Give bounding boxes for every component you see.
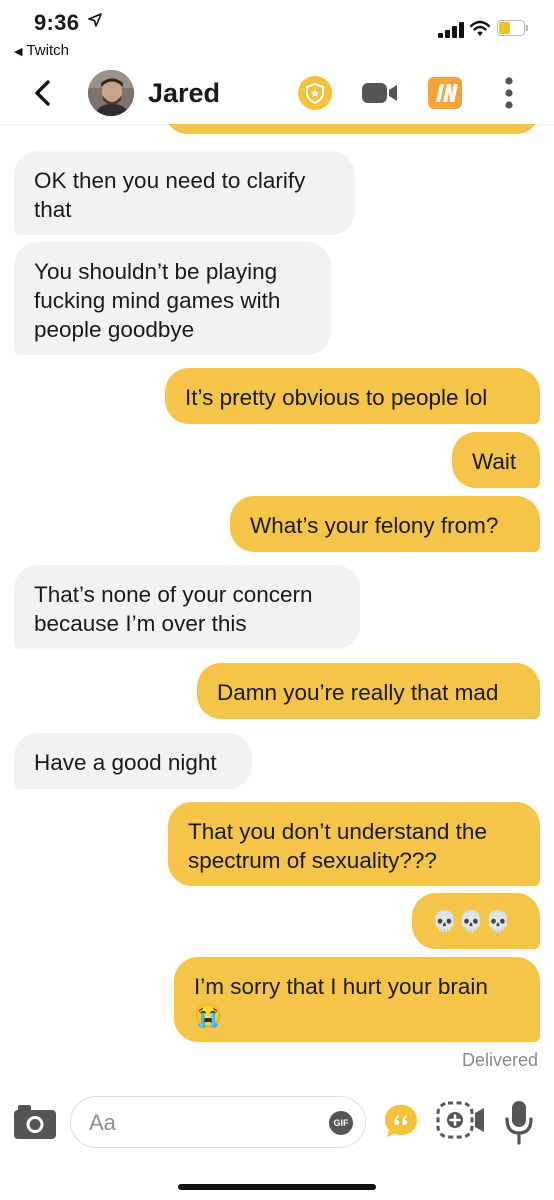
microphone-icon[interactable] — [504, 1101, 534, 1145]
message-bubble-incoming[interactable]: That’s none of your concern because I’m … — [14, 565, 360, 649]
message-bubble-incoming[interactable]: Have a good night — [14, 733, 252, 789]
message-bubble-outgoing[interactable]: That you don’t understand the spectrum o… — [168, 802, 540, 886]
message-bubble-outgoing[interactable]: I’m sorry that I hurt your brain 😭 — [174, 957, 540, 1042]
cell-signal-icon — [438, 22, 464, 38]
status-time: 9:36 — [34, 10, 80, 35]
home-indicator[interactable] — [178, 1184, 376, 1190]
video-message-icon[interactable] — [436, 1101, 486, 1141]
delivered-status: Delivered — [461, 1050, 538, 1070]
message-composer: GIF — [0, 1079, 554, 1169]
chat-header: Jared — [0, 62, 554, 125]
instagram-in-icon[interactable] — [428, 77, 462, 109]
back-app-label: Twitch — [26, 42, 69, 59]
avatar[interactable] — [88, 70, 134, 116]
message-bubble-outgoing[interactable]: What’s your felony from? — [230, 496, 540, 552]
shield-badge-icon[interactable] — [298, 76, 332, 110]
message-bubble-incoming[interactable]: OK then you need to clarify that — [14, 151, 355, 235]
message-bubble-outgoing-partial — [164, 124, 540, 134]
message-bubble-outgoing[interactable]: Wait — [452, 432, 540, 488]
back-chevron-icon[interactable] — [30, 78, 56, 108]
video-camera-icon[interactable] — [362, 82, 398, 104]
camera-icon[interactable] — [14, 1105, 56, 1139]
status-bar: 9:36 ◀ Twitch — [0, 0, 554, 62]
message-bubble-outgoing[interactable]: 💀💀💀 — [412, 893, 540, 949]
battery-icon — [497, 20, 529, 38]
location-arrow-icon — [88, 13, 102, 27]
message-input[interactable] — [87, 1107, 311, 1139]
wifi-icon — [470, 20, 490, 36]
message-bubble-incoming[interactable]: You shouldn’t be playing fucking mind ga… — [14, 242, 331, 355]
message-bubble-outgoing[interactable]: It’s pretty obvious to people lol — [165, 368, 540, 424]
back-to-app-link[interactable]: ◀ Twitch — [14, 42, 69, 59]
gif-button[interactable]: GIF — [329, 1111, 353, 1135]
quote-bubble-icon[interactable] — [383, 1103, 419, 1139]
more-vertical-icon[interactable] — [502, 76, 516, 110]
message-list[interactable]: OK then you need to clarify that You sho… — [0, 124, 554, 1079]
message-bubble-outgoing[interactable]: Damn you’re really that mad — [197, 663, 540, 719]
message-input-box[interactable]: GIF — [70, 1096, 366, 1148]
contact-name[interactable]: Jared — [148, 78, 220, 109]
